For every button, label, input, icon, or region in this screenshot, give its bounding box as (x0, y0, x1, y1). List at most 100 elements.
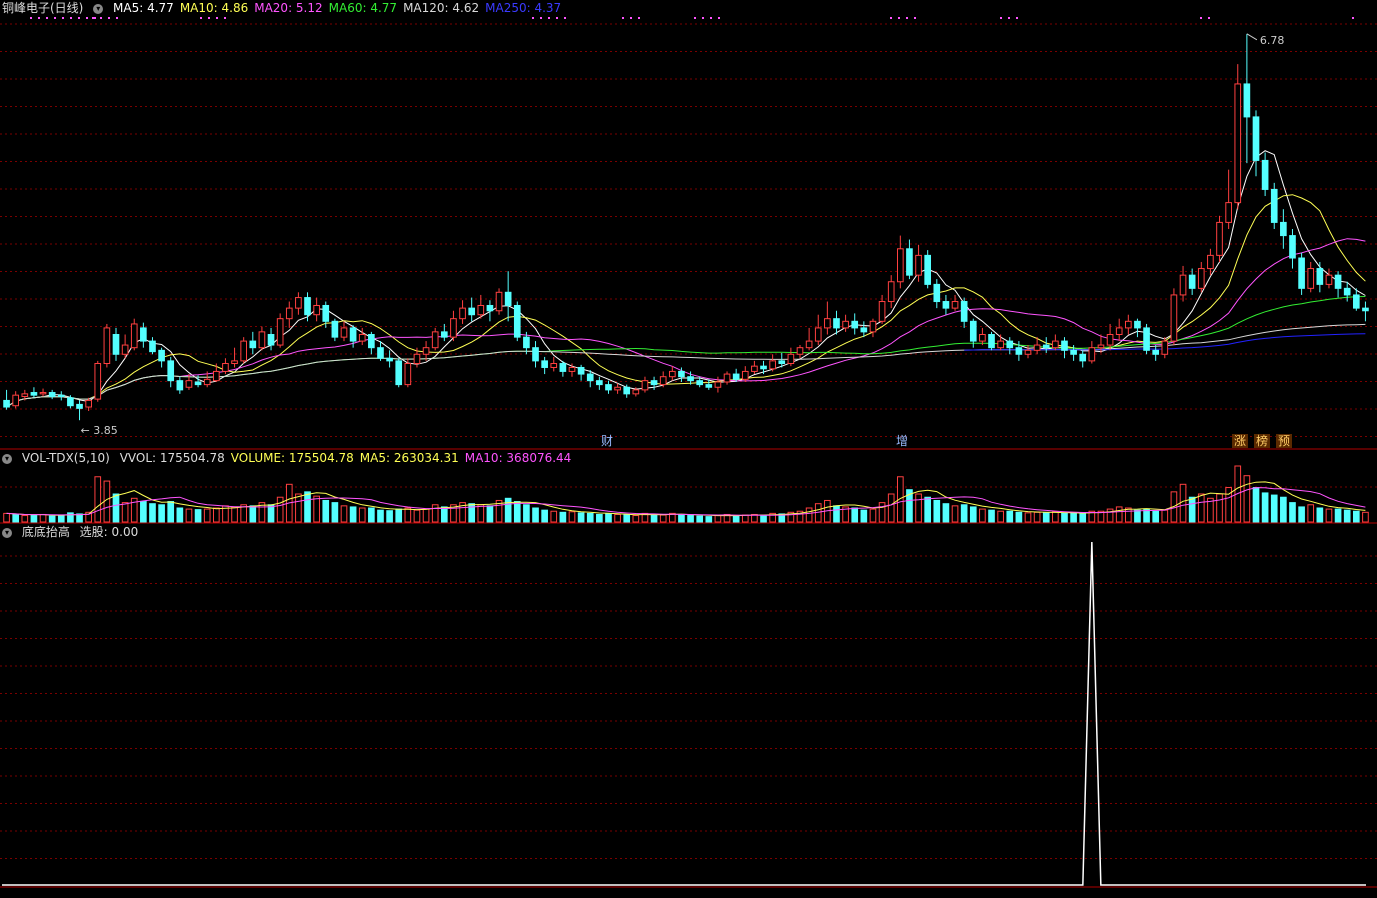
signal-dot (890, 17, 892, 19)
volume-bar (924, 496, 932, 523)
candle-body (769, 360, 776, 370)
signal-dot (702, 17, 704, 19)
candle-body (641, 380, 649, 391)
volume-bar (1179, 483, 1187, 523)
candle-body (267, 334, 275, 346)
volume-bar (1352, 510, 1360, 523)
volume-bar (203, 508, 211, 523)
high-price-label: 6.78 (1260, 34, 1285, 47)
candle-body (988, 334, 995, 349)
volume-bar (1161, 509, 1169, 523)
candle-body (377, 347, 384, 359)
volume-bar (559, 511, 567, 523)
signal-dot (1208, 17, 1210, 19)
volume-bar (1188, 496, 1196, 523)
volume-bar (322, 499, 330, 523)
candle-body (1052, 340, 1059, 349)
volume-bar (960, 504, 968, 523)
candle-body (331, 320, 339, 338)
volume-bar (349, 506, 357, 523)
candle-body (1225, 202, 1232, 223)
candle-body (422, 347, 430, 355)
signal-dot (208, 17, 210, 19)
event-tag-0[interactable]: 财 (599, 434, 615, 448)
candle-body (1316, 268, 1324, 285)
signal-dot (906, 17, 908, 19)
volume-bar (276, 496, 284, 523)
candle-body (1124, 320, 1132, 329)
candle-body (1252, 116, 1260, 161)
candle-body (796, 347, 804, 355)
volume-bar (231, 506, 238, 523)
volume-bar (1070, 512, 1077, 523)
candle-body (860, 327, 868, 333)
candle-body (687, 376, 694, 382)
volume-bar (1124, 507, 1132, 523)
volume-bar (185, 508, 193, 523)
volume-bar (851, 507, 859, 523)
candle-body (185, 380, 193, 388)
candle-body (1234, 83, 1242, 204)
ma10-line (6, 194, 1366, 408)
candle-body (668, 370, 676, 378)
candle-body (732, 373, 740, 380)
volume-bar (39, 513, 47, 523)
volume-bar (395, 508, 403, 523)
signal-dot (70, 17, 72, 19)
candle-body (559, 363, 567, 372)
candle-body (194, 381, 202, 386)
volume-bar (523, 504, 530, 523)
candle-body (869, 320, 877, 333)
volume-bar (1307, 504, 1315, 523)
volume-bar (541, 509, 548, 523)
volume-bar (614, 513, 621, 523)
candle-body (57, 394, 65, 397)
candle-body (1343, 287, 1351, 296)
volume-bar (951, 505, 959, 523)
candle-body (714, 381, 722, 388)
volume-bar (121, 502, 129, 523)
candle-body (760, 365, 767, 370)
candle-body (960, 301, 968, 322)
candle-body (778, 360, 786, 365)
volume-bar (714, 515, 722, 523)
volume-bar (988, 509, 995, 523)
candle-body (495, 291, 503, 312)
candle-body (696, 380, 704, 386)
volume-bar (623, 514, 631, 523)
candle-body (951, 301, 959, 309)
volume-bar (596, 513, 603, 523)
volume-bar (3, 512, 10, 523)
event-tag-3[interactable]: 榜 (1254, 434, 1271, 448)
candle-body (851, 320, 859, 329)
candle-body (112, 334, 120, 355)
candle-body (85, 399, 92, 408)
volume-bar (869, 508, 877, 523)
event-tag-1[interactable]: 增 (894, 434, 910, 448)
candle-body (577, 366, 585, 375)
volume-bar (1006, 510, 1014, 523)
volume-bar (805, 507, 813, 523)
volume-bar (632, 515, 640, 523)
volume-bar (57, 515, 65, 523)
candle-body (997, 340, 1004, 349)
candle-body (1152, 349, 1160, 355)
signal-dot (1200, 17, 1202, 19)
volume-bar (741, 514, 749, 523)
kline-chart[interactable]: 6.78 ← 3.85 (0, 0, 1377, 898)
signal-dot (54, 17, 56, 19)
candle-body (240, 340, 248, 362)
candle-body (933, 283, 941, 303)
volume-bar (605, 513, 612, 523)
volume-bar (705, 516, 713, 523)
signal-dot (622, 17, 624, 19)
candle-body (1079, 353, 1087, 362)
candle-body (969, 320, 977, 342)
signal-dot (200, 17, 202, 19)
signal-dot (540, 17, 542, 19)
volume-bar (368, 507, 375, 523)
signal-dot (216, 17, 218, 19)
event-tag-2[interactable]: 涨 (1232, 434, 1249, 448)
event-tag-4[interactable]: 预 (1276, 434, 1293, 448)
volume-bar (212, 507, 220, 523)
